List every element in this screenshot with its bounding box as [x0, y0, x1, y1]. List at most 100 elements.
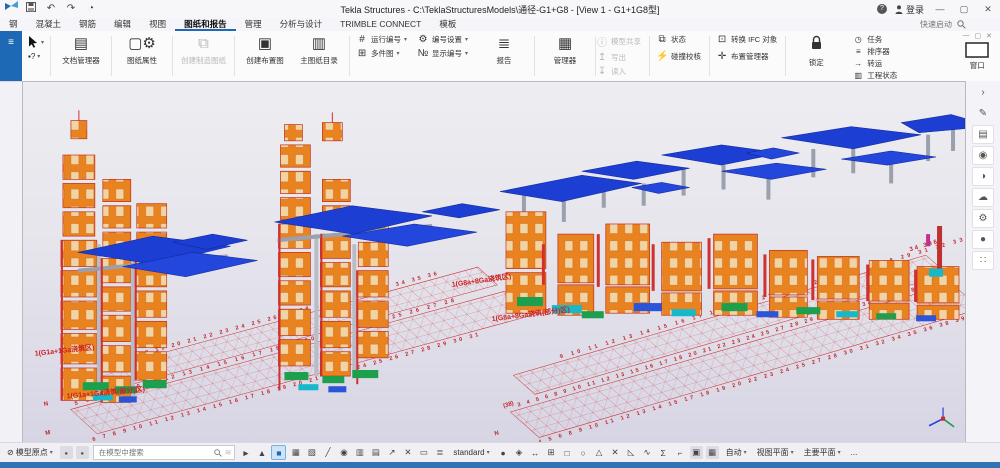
tab-analysis-design[interactable]: 分析与设计 — [271, 18, 332, 31]
close-button[interactable]: ✕ — [980, 4, 996, 15]
search-options-icon[interactable]: ≋ — [225, 448, 232, 457]
display-numbering-button[interactable]: № 显示编号▾ — [417, 48, 468, 59]
select-components-toggle[interactable]: ▧ — [305, 446, 318, 459]
title-bar: ↶ ↷ ◔ Tekla Structures - C:\TeklaStructu… — [0, 0, 1000, 19]
lock-button[interactable]: 锁定 — [794, 35, 838, 68]
select-lines-toggle[interactable]: ╱ — [321, 446, 334, 459]
tab-drawings-reports[interactable]: 图纸和报告 — [175, 18, 236, 31]
select-cursor-toggle[interactable]: ► — [239, 446, 252, 459]
render-sphere-icon[interactable]: ◑ — [972, 167, 994, 186]
snap-any-toggle[interactable]: Σ — [657, 446, 670, 459]
origin-toggle-1[interactable]: ▪ — [60, 446, 73, 459]
statusbar-more-button[interactable]: ... — [848, 448, 861, 457]
quick-launch-input[interactable] — [860, 19, 954, 30]
history-icon[interactable]: ◔ — [84, 2, 98, 16]
save-icon[interactable] — [24, 2, 38, 17]
work-plane-dropdown[interactable]: 主要平面▾ — [801, 447, 844, 458]
convert-ifc-button[interactable]: ⊡ 转换 IFC 对象 — [716, 34, 777, 45]
search-icon[interactable] — [214, 449, 222, 457]
side-pane-expand-chevron[interactable]: › — [972, 83, 994, 102]
sequencer-button[interactable]: ≡ 排序器 — [852, 46, 897, 57]
plane-lock-toggle-1[interactable]: ▣ — [690, 446, 703, 459]
snap-grid-toggle[interactable]: ⊞ — [545, 446, 558, 459]
tab-view[interactable]: 视图 — [140, 18, 175, 31]
organizer-button[interactable]: ▦ 管理器 — [543, 35, 587, 66]
tab-steel[interactable]: 钢 — [0, 18, 27, 31]
project-status-button[interactable]: ▥ 工程状态 — [852, 70, 897, 81]
clash-check-button[interactable]: ⚡ 碰撞校核 — [656, 51, 701, 62]
select-grids-toggle[interactable]: ▥ — [353, 446, 366, 459]
snap-intersection-toggle[interactable]: ✕ — [609, 446, 622, 459]
select-plates-toggle[interactable]: ▭ — [417, 446, 430, 459]
select-filter-button[interactable]: ▪? ▾ — [28, 52, 44, 61]
drawing-properties-button[interactable]: ▢⚙ 图纸属性 — [120, 35, 164, 66]
tasks-button[interactable]: ◷ 任务 — [852, 34, 897, 45]
status-button[interactable]: ⧉ 状态 — [656, 34, 701, 45]
model-viewport[interactable]: 16 17 18 19 20 21 22 23 24 25 26 27 28 2… — [22, 81, 966, 443]
snap-midpoint-toggle[interactable]: △ — [593, 446, 606, 459]
undo-icon[interactable]: ↶ — [44, 2, 58, 16]
quick-launch — [860, 18, 1000, 31]
master-drawing-catalog-button[interactable]: ▥ 主图纸目录 — [297, 35, 341, 66]
shipments-button[interactable]: → 转运 — [852, 58, 897, 69]
snap-mode-dropdown[interactable]: 自动▾ — [723, 447, 750, 458]
apps-grid-icon[interactable]: ∷ — [972, 251, 994, 270]
selection-preset-dropdown[interactable]: standard ▾ — [450, 448, 492, 457]
minimize-button[interactable]: — — [932, 4, 948, 14]
select-cursor-button[interactable]: ▾ — [28, 36, 44, 48]
tab-rebar[interactable]: 钢筋 — [70, 18, 105, 31]
tab-manage[interactable]: 管理 — [236, 18, 271, 31]
select-cuts-toggle[interactable]: ✕ — [401, 446, 414, 459]
layout-manager-button[interactable]: ✛ 布置管理器 — [716, 51, 777, 62]
select-all-toggle[interactable]: ▦ — [289, 446, 302, 459]
eye-icon[interactable]: ◉ — [972, 146, 994, 165]
child-minimize-button[interactable]: — — [963, 32, 970, 40]
reports-button[interactable]: ≣ 报告 — [482, 35, 526, 66]
run-numbering-button[interactable]: # 运行编号▾ — [356, 34, 407, 45]
select-loads-toggle[interactable]: ↗ — [385, 446, 398, 459]
assembly-drawing-button[interactable]: ⊞ 多件图▾ — [356, 48, 407, 59]
child-restore-button[interactable]: ▢ — [975, 32, 982, 40]
snap-reference-toggle[interactable]: ● — [497, 446, 510, 459]
model-origin-dropdown[interactable]: ⊘ 模型原点 ▾ — [4, 447, 56, 458]
login-button[interactable]: 登录 — [895, 3, 924, 16]
snap-center-toggle[interactable]: ○ — [577, 446, 590, 459]
search-icon[interactable] — [957, 20, 966, 29]
model-search-input[interactable] — [97, 447, 211, 458]
redo-icon[interactable]: ↷ — [64, 2, 78, 16]
model-middle-tower[interactable] — [274, 112, 500, 392]
plane-lock-toggle-2[interactable]: ▦ — [706, 446, 719, 459]
tab-concrete[interactable]: 混凝土 — [27, 18, 71, 31]
select-rebar-toggle[interactable]: ≣ — [433, 446, 446, 459]
tab-template[interactable]: 模板 — [430, 18, 465, 31]
ortho-toggle[interactable]: ⌐ — [674, 446, 687, 459]
maximize-button[interactable]: ▢ — [956, 4, 972, 15]
numbering-settings-button[interactable]: ⚙ 编号设置▾ — [417, 34, 468, 45]
help-icon[interactable]: ? — [877, 4, 887, 14]
snap-perpendicular-toggle[interactable]: ◺ — [625, 446, 638, 459]
snap-nearest-toggle[interactable]: ↔ — [529, 446, 542, 459]
select-filter-icon: ▪? — [28, 52, 35, 61]
snap-line-toggle[interactable]: ∿ — [641, 446, 654, 459]
select-assemblies-toggle[interactable]: ▲ — [255, 446, 268, 459]
select-views-toggle[interactable]: ▤ — [369, 446, 382, 459]
origin-toggle-2[interactable]: ▪ — [76, 446, 89, 459]
document-manager-button[interactable]: ▤ 文档管理器 — [59, 35, 103, 66]
select-objects-toggle[interactable]: ■ — [271, 445, 286, 460]
snap-endpoint-toggle[interactable]: □ — [561, 446, 574, 459]
snap-geometry-toggle[interactable]: ◈ — [513, 446, 526, 459]
properties-pane-icon[interactable]: ▤ — [972, 125, 994, 144]
gear-icon[interactable]: ⚙ — [972, 209, 994, 228]
material-sphere-icon[interactable]: ● — [972, 230, 994, 249]
child-close-button[interactable]: ✕ — [986, 32, 992, 40]
pointer-help-icon[interactable]: ✎ — [972, 104, 994, 123]
window-icon[interactable] — [965, 42, 989, 58]
select-points-toggle[interactable]: ◉ — [337, 446, 350, 459]
file-menu-button[interactable]: ≡ — [0, 31, 22, 81]
model-right-building[interactable] — [500, 114, 965, 321]
create-ga-drawing-button[interactable]: ▣ 创建布置图 — [243, 35, 287, 66]
tab-edit[interactable]: 编辑 — [105, 18, 140, 31]
cloud-icon[interactable]: ☁ — [972, 188, 994, 207]
view-plane-dropdown[interactable]: 视图平面▾ — [754, 447, 797, 458]
tab-trimble-connect[interactable]: TRIMBLE CONNECT — [331, 18, 430, 31]
